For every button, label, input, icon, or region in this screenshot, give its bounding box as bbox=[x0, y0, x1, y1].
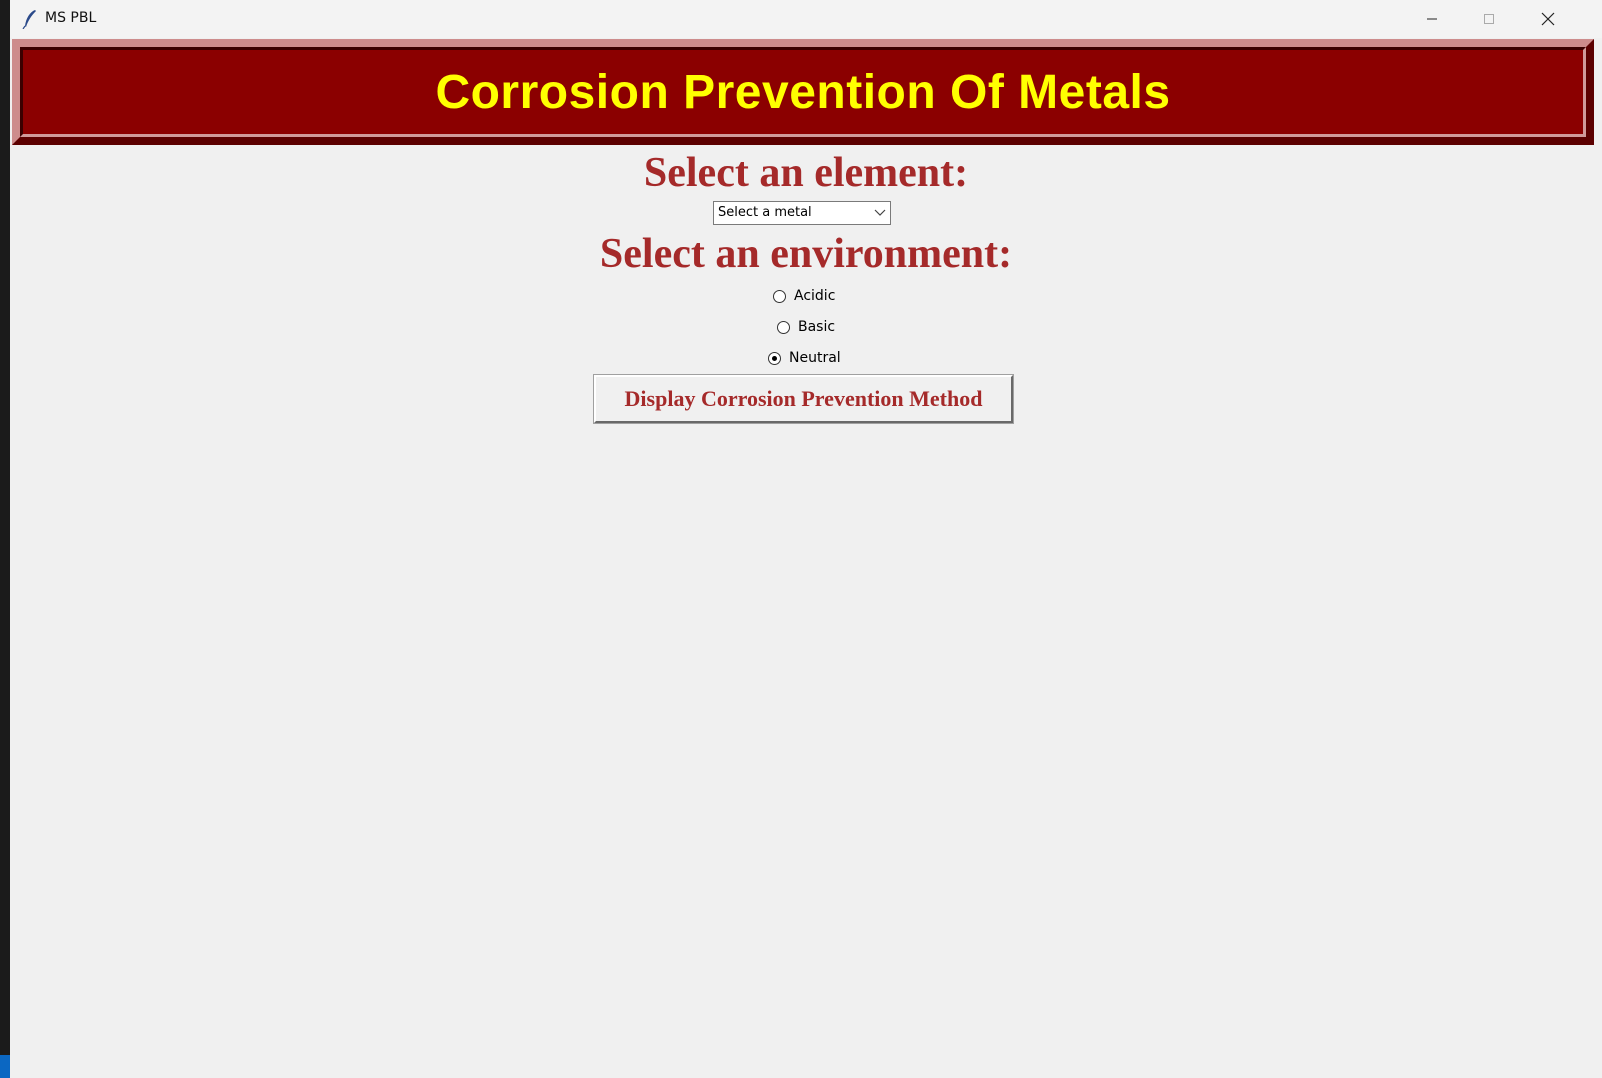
radio-acidic[interactable]: Acidic bbox=[773, 286, 835, 306]
app-window: MS PBL Corrosion Prevention Of Metals Se… bbox=[10, 0, 1602, 1078]
close-button[interactable] bbox=[1519, 0, 1577, 38]
element-heading: Select an element: bbox=[643, 150, 969, 196]
feather-icon bbox=[22, 10, 36, 29]
radio-neutral[interactable]: Neutral bbox=[768, 348, 841, 368]
taskbar-edge bbox=[0, 1055, 10, 1078]
radio-button-acidic[interactable] bbox=[773, 289, 786, 303]
radio-button-basic[interactable] bbox=[777, 320, 790, 334]
radio-label-neutral: Neutral bbox=[789, 350, 841, 366]
radio-label-acidic: Acidic bbox=[794, 288, 836, 304]
title-banner: Corrosion Prevention Of Metals bbox=[12, 39, 1594, 145]
maximize-icon bbox=[1484, 14, 1494, 24]
radio-label-basic: Basic bbox=[798, 319, 836, 335]
radio-button-neutral[interactable] bbox=[768, 351, 781, 365]
minimize-button[interactable] bbox=[1403, 0, 1461, 38]
maximize-button[interactable] bbox=[1460, 0, 1518, 38]
minimize-icon bbox=[1427, 18, 1437, 20]
title-bar[interactable]: MS PBL bbox=[10, 0, 1602, 38]
window-title: MS PBL bbox=[45, 10, 97, 26]
close-icon bbox=[1541, 12, 1555, 26]
chevron-down-icon[interactable] bbox=[874, 208, 886, 218]
metal-combobox[interactable]: Select a metal bbox=[713, 201, 891, 225]
radio-basic[interactable]: Basic bbox=[777, 317, 835, 337]
display-method-button[interactable]: Display Corrosion Prevention Method bbox=[593, 374, 1014, 424]
environment-heading: Select an environment: bbox=[599, 231, 1013, 277]
metal-combobox-value: Select a metal bbox=[718, 205, 812, 220]
banner-title: Corrosion Prevention Of Metals bbox=[435, 65, 1171, 119]
